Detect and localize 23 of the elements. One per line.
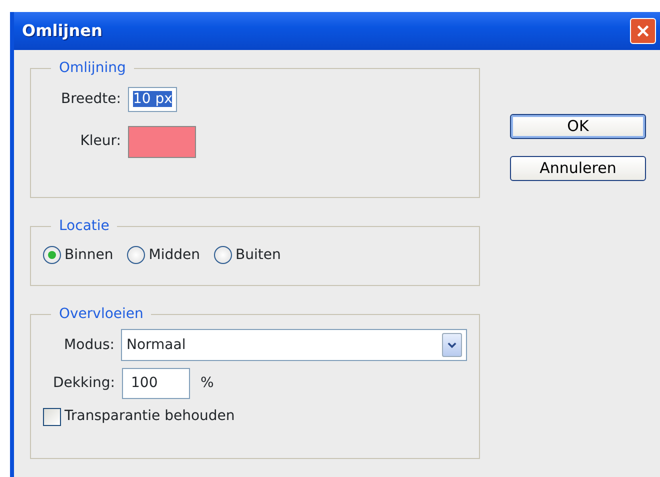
checkbox-label: Transparantie behouden	[64, 407, 235, 426]
radio-label: Binnen	[64, 246, 114, 264]
checkbox[interactable]	[43, 408, 61, 426]
unit-label: %	[200, 374, 214, 393]
radio-button[interactable]	[43, 246, 61, 264]
field-label: Dekking:	[52, 374, 115, 393]
window-title: Omlijnen	[22, 20, 102, 42]
dialog-button[interactable]: Annuleren	[510, 156, 646, 181]
radio-label: Midden	[148, 246, 200, 264]
field-label: Modus:	[63, 336, 114, 354]
field-label: Breedte:	[60, 90, 121, 108]
chevron-down-icon	[442, 333, 462, 357]
radio-button[interactable]	[214, 246, 232, 264]
field-label: Kleur:	[79, 132, 121, 151]
dialog-button[interactable]: OK	[510, 114, 646, 139]
radio-label: Buiten	[235, 246, 281, 264]
width-field[interactable]: 10 px	[128, 86, 178, 112]
radio-button[interactable]	[127, 246, 146, 264]
close-button[interactable]	[630, 18, 656, 44]
mode-dropdown[interactable]: Normaal	[121, 329, 467, 361]
opacity-field[interactable]: 100	[122, 368, 190, 399]
color-swatch[interactable]	[128, 126, 196, 158]
close-icon	[635, 23, 651, 39]
